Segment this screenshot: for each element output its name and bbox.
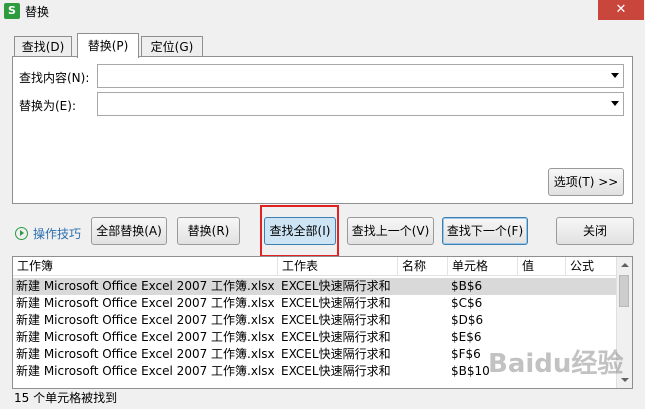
dropdown-arrow-icon[interactable] <box>611 73 619 78</box>
replace-all-button[interactable]: 全部替换(A) <box>91 217 167 245</box>
dropdown-arrow-icon[interactable] <box>611 101 619 106</box>
play-icon <box>15 227 28 240</box>
replace-input[interactable] <box>97 92 624 116</box>
table-row[interactable]: 新建 Microsoft Office Excel 2007 工作簿.xlsx … <box>13 278 617 295</box>
window-title: 替换 <box>25 5 50 19</box>
sheet-cell: EXCEL快速隔行求和 <box>281 279 391 293</box>
replace-label: 替换为(E): <box>19 99 76 113</box>
workbook-cell: 新建 Microsoft Office Excel 2007 工作簿.xlsx <box>16 279 275 293</box>
scroll-up-icon[interactable] <box>621 263 629 267</box>
workbook-cell: 新建 Microsoft Office Excel 2007 工作簿.xlsx <box>16 313 275 327</box>
workbook-cell: 新建 Microsoft Office Excel 2007 工作簿.xlsx <box>16 330 275 344</box>
watermark: Baidu经验 <box>488 349 624 379</box>
workbook-cell: 新建 Microsoft Office Excel 2007 工作簿.xlsx <box>16 347 275 361</box>
tab-find[interactable]: 查找(D) <box>14 36 72 57</box>
find-previous-button[interactable]: 查找上一个(V) <box>347 217 434 245</box>
find-label: 查找内容(N): <box>19 71 90 85</box>
column-header-workbook[interactable]: 工作簿 <box>13 257 278 275</box>
column-header-formula[interactable]: 公式 <box>566 257 617 275</box>
find-next-button[interactable]: 查找下一个(F) <box>442 217 528 245</box>
address-cell: $D$6 <box>451 313 484 327</box>
workbook-cell: 新建 Microsoft Office Excel 2007 工作簿.xlsx <box>16 296 275 310</box>
table-row[interactable]: 新建 Microsoft Office Excel 2007 工作簿.xlsx … <box>13 312 617 329</box>
tips-link[interactable]: 操作技巧 <box>15 225 81 242</box>
address-cell: $C$6 <box>451 296 483 310</box>
find-input[interactable] <box>97 64 624 88</box>
column-header-value[interactable]: 值 <box>518 257 566 275</box>
options-button[interactable]: 选项(T) >> <box>548 168 624 196</box>
sheet-cell: EXCEL快速隔行求和 <box>281 364 391 378</box>
column-header-cell[interactable]: 单元格 <box>448 257 518 275</box>
sheet-cell: EXCEL快速隔行求和 <box>281 313 391 327</box>
scrollbar-thumb[interactable] <box>619 275 629 307</box>
title-bar: S 替换 ✕ <box>0 0 645 22</box>
tips-label[interactable]: 操作技巧 <box>33 227 81 241</box>
sheet-cell: EXCEL快速隔行求和 <box>281 296 391 310</box>
column-header-sheet[interactable]: 工作表 <box>278 257 398 275</box>
highlight-annotation <box>260 205 339 257</box>
column-header-name[interactable]: 名称 <box>398 257 448 275</box>
sheet-cell: EXCEL快速隔行求和 <box>281 330 391 344</box>
table-header: 工作簿 工作表 名称 单元格 值 公式 <box>13 257 617 276</box>
status-text: 15 个单元格被找到 <box>14 391 118 405</box>
tab-goto[interactable]: 定位(G) <box>141 36 203 57</box>
workbook-cell: 新建 Microsoft Office Excel 2007 工作簿.xlsx <box>16 364 275 378</box>
app-logo-icon: S <box>4 3 20 19</box>
sheet-cell: EXCEL快速隔行求和 <box>281 347 391 361</box>
address-cell: $B$6 <box>451 279 483 293</box>
replace-button[interactable]: 替换(R) <box>177 217 240 245</box>
tab-replace[interactable]: 替换(P) <box>77 33 139 58</box>
close-window-button[interactable]: ✕ <box>598 0 644 20</box>
close-button[interactable]: 关闭 <box>556 217 634 245</box>
table-row[interactable]: 新建 Microsoft Office Excel 2007 工作簿.xlsx … <box>13 295 617 312</box>
